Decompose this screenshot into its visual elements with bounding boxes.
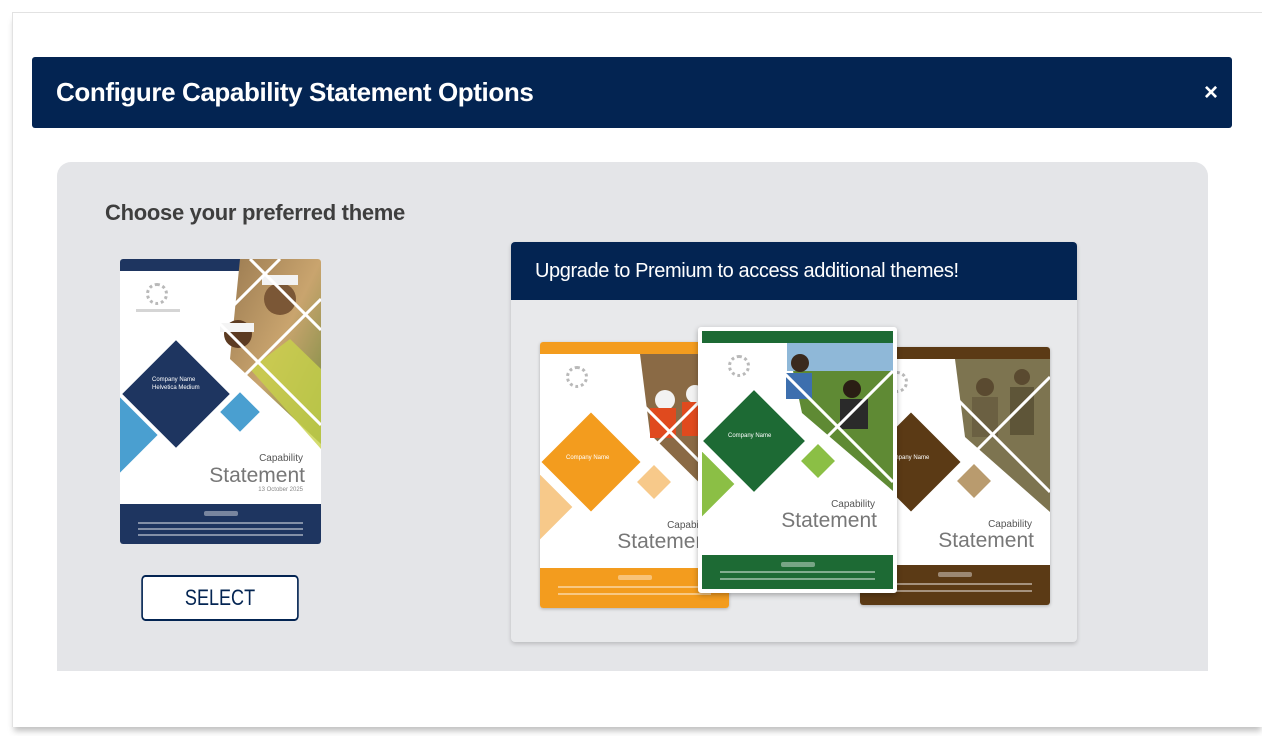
- theme-card-green: Company Name Capability Statement: [698, 327, 897, 593]
- modal-header: Configure Capability Statement Options ×: [32, 57, 1232, 128]
- premium-upgrade-panel: Upgrade to Premium to access additional …: [511, 242, 1077, 642]
- premium-banner: Upgrade to Premium to access additional …: [511, 242, 1077, 300]
- cover-statement: Statement: [781, 509, 877, 532]
- logo-icon: [728, 355, 750, 377]
- cover-subtitle: Helvetica Medium: [152, 385, 200, 391]
- card-footer: [120, 504, 321, 544]
- cover-statement: Statement: [938, 529, 1034, 552]
- cover-company-name: Company Name: [152, 377, 196, 383]
- cover-statement: Statement: [209, 464, 305, 487]
- logo-icon: [146, 283, 168, 305]
- theme-card-navy[interactable]: Company Name Helvetica Medium Capability…: [120, 259, 321, 544]
- logo-tagline: [136, 309, 180, 312]
- modal-title: Configure Capability Statement Options: [56, 77, 534, 107]
- cover-company-name: Company Name: [566, 455, 610, 461]
- close-icon[interactable]: ×: [1204, 80, 1218, 105]
- card-footer: [702, 555, 893, 589]
- cover-capability: Capability: [259, 453, 303, 464]
- cover-company-name: Company Name: [728, 433, 772, 439]
- choose-theme-heading: Choose your preferred theme: [105, 200, 405, 225]
- select-button[interactable]: SELECT: [141, 575, 299, 621]
- cover-date: 13 October 2025: [258, 487, 303, 493]
- logo-icon: [566, 366, 588, 388]
